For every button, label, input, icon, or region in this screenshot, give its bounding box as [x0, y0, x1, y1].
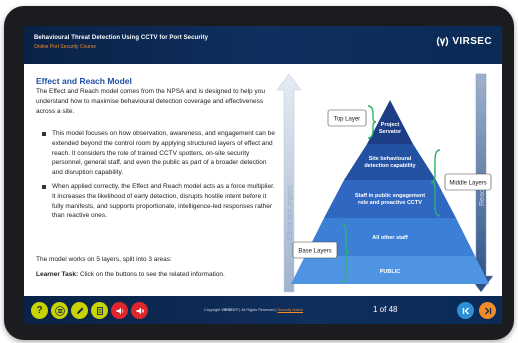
bullet-item: When applied correctly, the Effect and R… [42, 182, 278, 221]
glossary-button[interactable] [91, 302, 108, 319]
section-heading: Effect and Reach Model [36, 76, 132, 86]
base-layers-button-label: Base Layers [298, 249, 331, 255]
layer-label-1b: Servator [379, 129, 402, 135]
layers-summary: The model works on 5 layers, split into … [36, 256, 172, 263]
notes-button[interactable] [71, 302, 88, 319]
middle-layers-button-label: Middle Layers [449, 181, 486, 187]
page-indicator: 1 of 48 [373, 305, 398, 314]
logo-text: VIRSEC [452, 36, 492, 47]
copyright-prefix: Copyright [204, 308, 222, 312]
virsec-logo-icon [437, 36, 449, 47]
middle-layers-button[interactable]: Middle Layers [444, 173, 492, 191]
mute-button[interactable] [131, 302, 148, 319]
tablet-frame: Behavioural Threat Detection Using CCTV … [4, 6, 514, 340]
previous-page-button[interactable] [457, 302, 474, 319]
speaker-mute-icon [136, 307, 144, 314]
base-layers-button[interactable]: Base Layers [292, 241, 338, 259]
intro-paragraph: The Effect and Reach model comes from th… [36, 88, 265, 115]
help-icon: ? [36, 305, 43, 316]
pyramid-layer-2 [344, 144, 436, 180]
audio-button[interactable] [111, 302, 128, 319]
speaker-icon [116, 307, 123, 314]
effect-impact-arrow [276, 73, 302, 293]
effect-impact-label: Effect and Impact [287, 186, 294, 240]
course-subtitle: Online Port Security Course [34, 44, 96, 50]
course-header: Behavioural Threat Detection Using CCTV … [24, 26, 502, 64]
layer-label-4: All other staff [372, 235, 408, 241]
effect-reach-diagram: Effect and Impact Reach Project Servator… [276, 73, 494, 293]
pencil-icon [76, 307, 83, 314]
copyright-suffix: ® | All Rights Reserved | [235, 308, 278, 312]
layer-label-5: PUBLIC [380, 269, 401, 275]
layer-label-3b: role and proactive CCTV [358, 200, 422, 206]
copyright-brand: VIRSEC [221, 308, 236, 312]
next-page-button[interactable] [479, 302, 496, 319]
top-layer-button-label: Top Layer [334, 117, 360, 123]
chevron-right-icon [484, 307, 491, 314]
bullet-item: This model focuses on how observation, a… [42, 129, 278, 178]
course-screen: Behavioural Threat Detection Using CCTV … [24, 26, 502, 324]
learner-task-text: Click on the buttons to see the related … [78, 271, 225, 278]
chevron-left-icon [462, 307, 469, 314]
copyright-text: Copyright VIRSEC® | All Rights Reserved … [204, 308, 303, 312]
learner-task: Learner Task: Click on the buttons to se… [36, 271, 225, 278]
layer-label-1a: Project [381, 122, 400, 128]
bullet-list: This model focuses on how observation, a… [42, 129, 278, 225]
virsec-logo: VIRSEC [436, 36, 492, 47]
course-title: Behavioural Threat Detection Using CCTV … [34, 35, 209, 41]
layer-label-2a: Site behavioural [369, 156, 412, 162]
security-notice-link[interactable]: Security Notice [278, 308, 304, 312]
learner-task-label: Learner Task: [36, 271, 79, 278]
layer-label-3a: Staff in public engagement [355, 193, 425, 199]
menu-icon [54, 305, 65, 316]
help-button[interactable]: ? [31, 302, 48, 319]
course-footer: ? Copyright VIRSEC® | All Rights Reserve… [24, 296, 502, 324]
document-icon [96, 306, 103, 315]
layer-label-2b: detection capability [364, 163, 416, 169]
top-layer-button[interactable]: Top Layer [327, 109, 367, 127]
menu-button[interactable] [51, 302, 68, 319]
